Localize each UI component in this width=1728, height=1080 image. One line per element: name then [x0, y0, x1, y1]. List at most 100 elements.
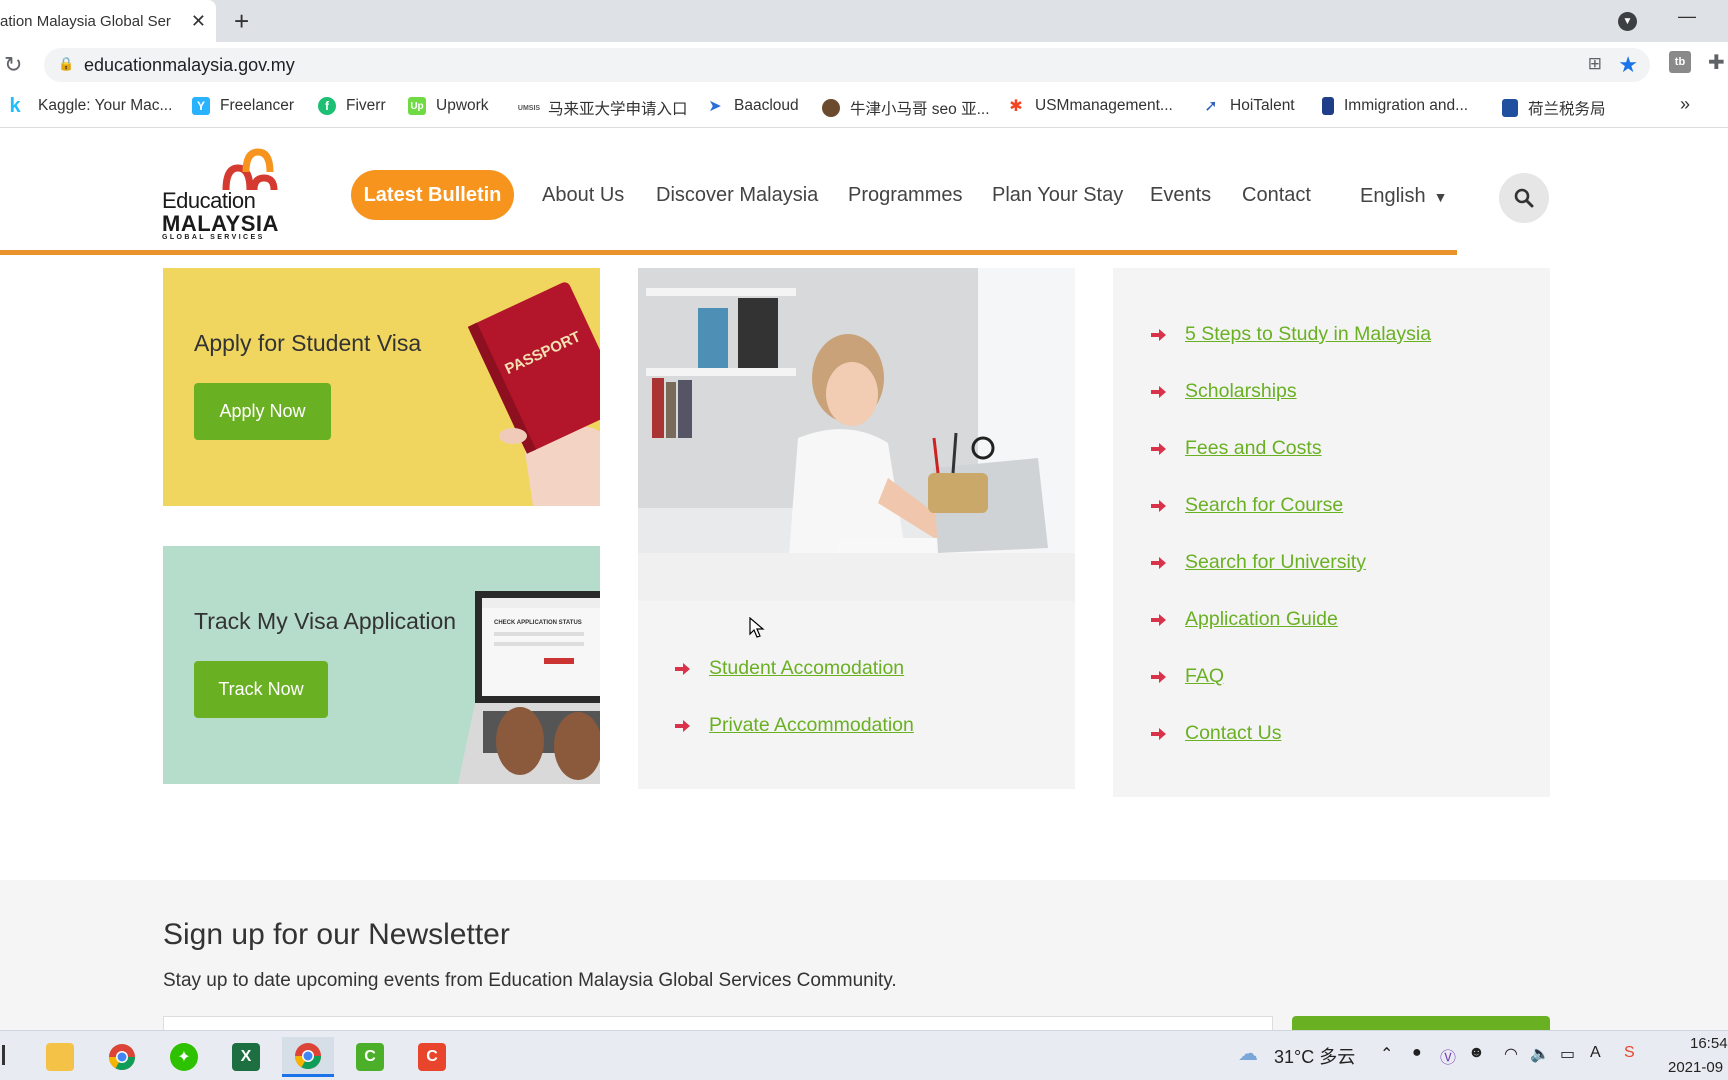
arrow-right-icon	[1151, 499, 1166, 512]
site-logo[interactable]: Education MALAYSIA GLOBAL SERVICES	[160, 142, 290, 241]
bookmark-item[interactable]: ✱ USMmanagement...	[1007, 97, 1173, 115]
site-search-button[interactable]	[1499, 173, 1549, 223]
folder-icon	[46, 1043, 74, 1071]
student-at-desk-image	[638, 268, 1075, 601]
url-text[interactable]: educationmalaysia.gov.my	[84, 55, 295, 76]
bookmark-item[interactable]: Y Freelancer	[192, 97, 294, 115]
immigration-icon	[1322, 97, 1334, 115]
nav-about-us[interactable]: About Us	[542, 184, 624, 207]
nav-plan-your-stay[interactable]: Plan Your Stay	[992, 184, 1123, 207]
apply-now-button[interactable]: Apply Now	[194, 383, 331, 440]
arrow-right-icon	[1151, 613, 1166, 626]
nav-events[interactable]: Events	[1150, 184, 1211, 207]
bookmark-label: HoiTalent	[1230, 97, 1295, 114]
language-selector[interactable]: English ▼	[1360, 185, 1447, 208]
quick-link[interactable]: Search for University	[1185, 551, 1366, 574]
laptop-typing-image: CHECK APPLICATION STATUS	[458, 591, 600, 784]
input-method-icon[interactable]: A	[1590, 1044, 1601, 1062]
tab-title: ation Malaysia Global Ser	[0, 12, 171, 30]
arrow-right-icon	[675, 662, 690, 675]
taskbar-excel[interactable]: X	[220, 1037, 272, 1077]
lock-icon[interactable]: 🔒	[58, 56, 74, 72]
bookmark-item[interactable]: UMSIS 马来亚大学申请入口	[518, 97, 688, 119]
bookmark-label: Kaggle: Your Mac...	[38, 97, 173, 114]
bookmark-star-icon[interactable]: ★	[1618, 52, 1638, 78]
omnibox[interactable]: 🔒 educationmalaysia.gov.my ⊞ ★	[44, 48, 1650, 82]
bookmark-item[interactable]: 牛津小马哥 seo 亚...	[822, 97, 990, 119]
bookmark-item[interactable]: ➚ HoiTalent	[1202, 97, 1295, 115]
taskbar-camtasia-green[interactable]: C	[344, 1037, 396, 1077]
nav-discover-malaysia[interactable]: Discover Malaysia	[656, 184, 818, 207]
chevron-up-icon[interactable]: ⌃	[1380, 1044, 1393, 1064]
puzzle-extensions-icon[interactable]: ✚	[1708, 50, 1725, 75]
tab-search-icon[interactable]: ▼	[1618, 12, 1637, 31]
quick-link[interactable]: FAQ	[1185, 665, 1224, 688]
excel-icon: X	[232, 1043, 260, 1071]
joomla-icon: ✱	[1009, 98, 1023, 115]
bookmark-item[interactable]: 荷兰税务局	[1502, 97, 1606, 119]
bookmark-item[interactable]: f Fiverr	[318, 97, 386, 115]
clock-date[interactable]: 2021-09	[1668, 1059, 1723, 1076]
minimize-window-button[interactable]: —	[1678, 6, 1696, 27]
nav-programmes[interactable]: Programmes	[848, 184, 962, 207]
private-accommodation-link[interactable]: Private Accommodation	[709, 714, 914, 737]
quick-link[interactable]: Application Guide	[1185, 608, 1338, 631]
newsletter-title: Sign up for our Newsletter	[163, 918, 510, 951]
bookmark-label: Fiverr	[346, 97, 386, 114]
quick-link[interactable]: Fees and Costs	[1185, 437, 1322, 460]
bookmarks-overflow-button[interactable]: »	[1680, 94, 1690, 115]
avatar-icon	[822, 99, 840, 117]
qq-icon[interactable]: ☻	[1468, 1044, 1485, 1062]
close-tab-icon[interactable]: ✕	[191, 11, 206, 32]
quick-link[interactable]: Contact Us	[1185, 722, 1281, 745]
chrome-icon	[294, 1042, 322, 1069]
clock-time[interactable]: 16:54	[1690, 1035, 1728, 1052]
quick-link[interactable]: 5 Steps to Study in Malaysia	[1185, 323, 1431, 346]
arrow-right-icon	[1151, 442, 1166, 455]
taskbar-chrome[interactable]	[96, 1037, 148, 1077]
list-item: Search for Course	[1149, 494, 1343, 517]
bookmark-label: 马来亚大学申请入口	[548, 101, 688, 118]
quick-links-panel: 5 Steps to Study in Malaysia Scholarship…	[1113, 268, 1550, 797]
quick-link[interactable]: Scholarships	[1185, 380, 1297, 403]
taskbar-wechat[interactable]: ✦	[158, 1037, 210, 1077]
chrome-icon	[108, 1044, 136, 1071]
taskbar-file-explorer[interactable]	[34, 1037, 86, 1077]
weather-cloud-icon: ☁	[1238, 1043, 1258, 1065]
bookmark-item[interactable]: k Kaggle: Your Mac...	[8, 95, 173, 117]
camtasia-recorder-icon: C	[418, 1043, 446, 1071]
camtasia-icon: C	[356, 1043, 384, 1071]
track-now-button[interactable]: Track Now	[194, 661, 328, 718]
fiverr-icon: f	[318, 97, 336, 115]
sogou-icon[interactable]: S	[1624, 1044, 1635, 1062]
new-tab-button[interactable]: +	[234, 6, 249, 37]
quick-link[interactable]: Search for Course	[1185, 494, 1343, 517]
bookmark-label: USMmanagement...	[1035, 97, 1173, 114]
list-item: Application Guide	[1149, 608, 1338, 631]
student-accommodation-link[interactable]: Student Accomodation	[709, 657, 904, 680]
browser-tab[interactable]: ation Malaysia Global Ser ✕	[0, 0, 216, 42]
reload-icon[interactable]: ↻	[4, 52, 22, 78]
battery-icon[interactable]: ▭	[1560, 1044, 1575, 1064]
taskbar-camtasia-red[interactable]: C	[406, 1037, 458, 1077]
volume-icon[interactable]: 🔈	[1530, 1044, 1550, 1064]
nav-contact[interactable]: Contact	[1242, 184, 1311, 207]
app-grid-icon[interactable]: ⊞	[1588, 54, 1602, 74]
weather-text[interactable]: 31°C 多云	[1274, 1043, 1355, 1069]
list-item: Contact Us	[1149, 722, 1281, 745]
header-accent-line	[0, 250, 1457, 255]
app-v-icon[interactable]: Ⓥ	[1440, 1044, 1456, 1068]
language-label: English	[1360, 185, 1426, 207]
bookmark-item[interactable]: ➤ Baacloud	[706, 97, 798, 115]
newsletter-section: Sign up for our Newsletter Stay up to da…	[0, 880, 1728, 1036]
wifi-icon[interactable]: ◠	[1504, 1044, 1518, 1064]
arrow-right-icon	[1151, 556, 1166, 569]
bookmark-item[interactable]: Immigration and...	[1322, 97, 1468, 115]
site-header: Education MALAYSIA GLOBAL SERVICES Lates…	[0, 128, 1728, 255]
arrow-right-icon	[1151, 670, 1166, 683]
latest-bulletin-button[interactable]: Latest Bulletin	[351, 170, 514, 220]
bookmark-item[interactable]: Up Upwork	[408, 97, 489, 115]
taskbar-chrome-active[interactable]	[282, 1037, 334, 1077]
extension-icon[interactable]: tb	[1669, 51, 1691, 73]
microphone-icon[interactable]: ●	[1412, 1044, 1422, 1062]
